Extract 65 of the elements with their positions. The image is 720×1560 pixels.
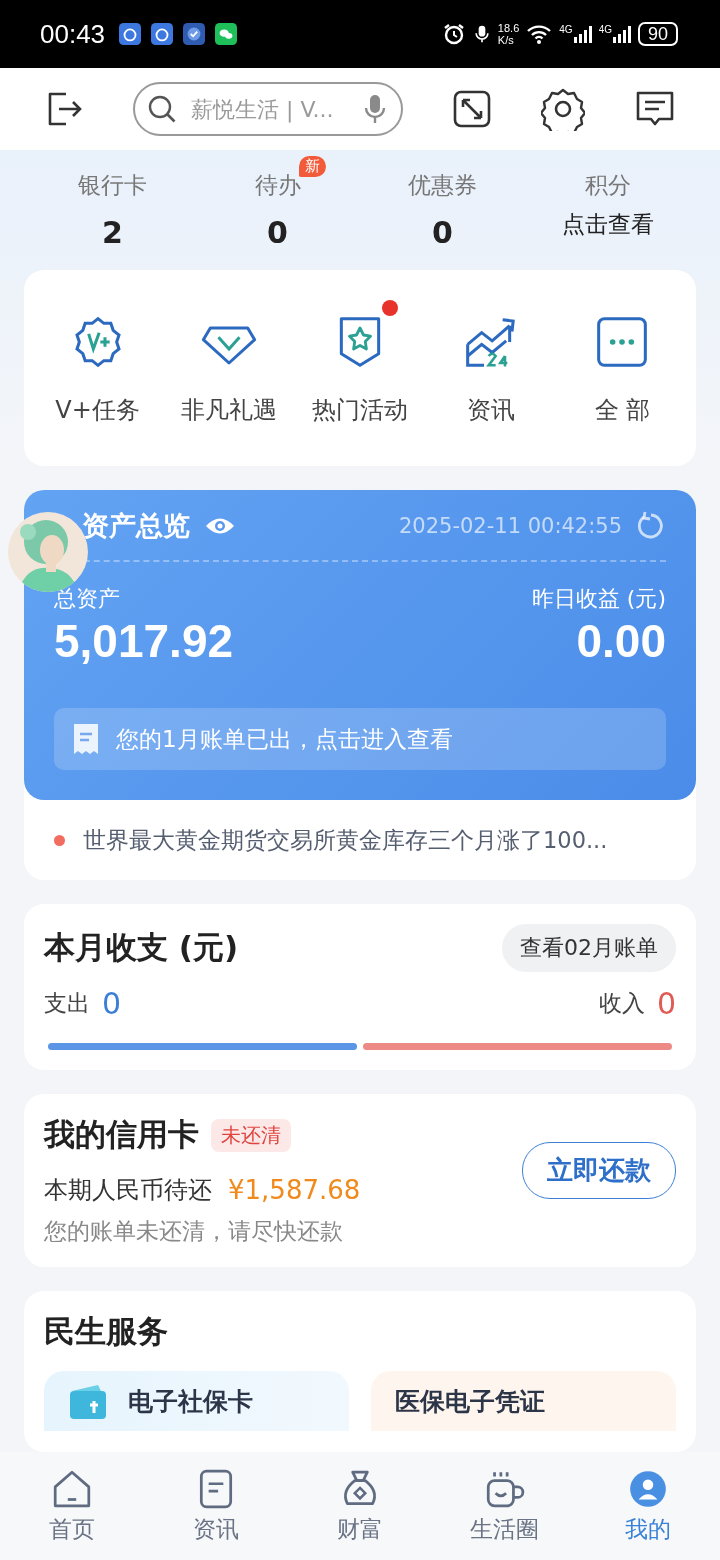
receipt-icon [72, 722, 100, 756]
search-field[interactable]: 薪悦生活 | V... [133, 82, 403, 136]
amount-due-label: 本期人民币待还 [44, 1175, 212, 1206]
reminder-text: 您的账单未还清，请尽快还款 [44, 1217, 344, 1246]
total-assets-label: 总资产 [54, 585, 120, 613]
news-headline[interactable]: 世界最大黄金期货交易所黄金库存三个月涨了100... [83, 824, 608, 856]
microphone-icon[interactable] [363, 94, 387, 124]
service-tile[interactable]: 电子社保卡 [44, 1371, 349, 1431]
stat-value: 0 [432, 215, 453, 250]
bullet-dot [54, 834, 65, 846]
speed-unit: K/s [497, 34, 515, 46]
stat-value: 2 [102, 215, 123, 250]
battery-indicator: 90 [637, 22, 678, 46]
stat-label[interactable]: 待办 [254, 172, 301, 198]
view-link[interactable]: 点击查看 [561, 209, 654, 240]
amount-due: ¥1,587.68 [228, 1175, 361, 1205]
repay-button[interactable]: 立即还款 [522, 1142, 676, 1199]
action-label[interactable]: 热门活动 [312, 394, 408, 426]
view-bill-button[interactable]: 查看02月账单 [502, 924, 676, 972]
network-speed: 18.6 [497, 22, 520, 34]
stat-label[interactable]: 积分 [584, 172, 631, 198]
notice-text: 您的1月账单已出，点击进入查看 [116, 724, 453, 754]
action-label[interactable]: V+任务 [55, 394, 140, 426]
total-assets-value: 5,017.92 [54, 614, 234, 668]
section-title: 民生服务 [44, 1312, 169, 1351]
yesterday-earnings-label: 昨日收益 (元) [531, 585, 666, 613]
nav-tab[interactable]: 生活圈 [432, 1467, 576, 1545]
alarm-app-icon [119, 23, 142, 45]
action-label[interactable]: 资讯 [467, 394, 516, 426]
expense-value: 0 [102, 986, 122, 1021]
stat-label[interactable]: 银行卡 [78, 172, 147, 198]
expense-label: 支出 [44, 989, 90, 1018]
signal-icon [572, 24, 593, 44]
nav-tab[interactable]: 首页 [0, 1467, 144, 1545]
service-name: 医保电子凭证 [395, 1385, 545, 1418]
signal-icon [611, 24, 632, 44]
status-tag: 未还清 [211, 1118, 291, 1152]
nav-tab[interactable]: 我的 [576, 1467, 720, 1545]
income-value: 0 [656, 986, 676, 1021]
card-title: 资产总览 [82, 509, 190, 543]
section-title: 本月收支 (元) [44, 928, 239, 967]
network-type: 4G [598, 24, 612, 35]
action-label[interactable]: 非凡礼遇 [180, 394, 277, 426]
clock: 00:43 [40, 18, 106, 50]
alarm-app-icon [151, 23, 174, 45]
network-type: 4G [559, 24, 573, 35]
service-tile[interactable]: 医保电子凭证 [371, 1371, 676, 1431]
expand-icon[interactable] [452, 89, 492, 129]
search-icon [147, 94, 177, 124]
nav-tab[interactable]: 资讯 [144, 1467, 288, 1545]
chat-app-icon [215, 23, 238, 45]
new-badge: 新 [298, 156, 326, 177]
action-label[interactable]: 全 部 [594, 394, 651, 426]
stat-label[interactable]: 优惠券 [408, 172, 477, 198]
card-icon [68, 1383, 108, 1419]
timestamp: 2025-02-11 00:42:55 [398, 514, 622, 538]
section-title: 我的信用卡 [44, 1115, 199, 1154]
service-name: 电子社保卡 [128, 1385, 253, 1418]
settings-icon[interactable] [541, 87, 585, 131]
yesterday-earnings-value: 0.00 [576, 614, 666, 668]
nav-tab[interactable]: 财富 [288, 1467, 432, 1545]
shield-app-icon [183, 23, 206, 45]
stat-value: 0 [267, 215, 288, 250]
asset-card[interactable]: 资产总览 2025-02-11 00:42:55 总资产 昨日收益 (元) 5,017.92 0.00 您的1月账单已出，点击进入查看 [24, 490, 696, 800]
income-label: 收入 [598, 989, 645, 1018]
